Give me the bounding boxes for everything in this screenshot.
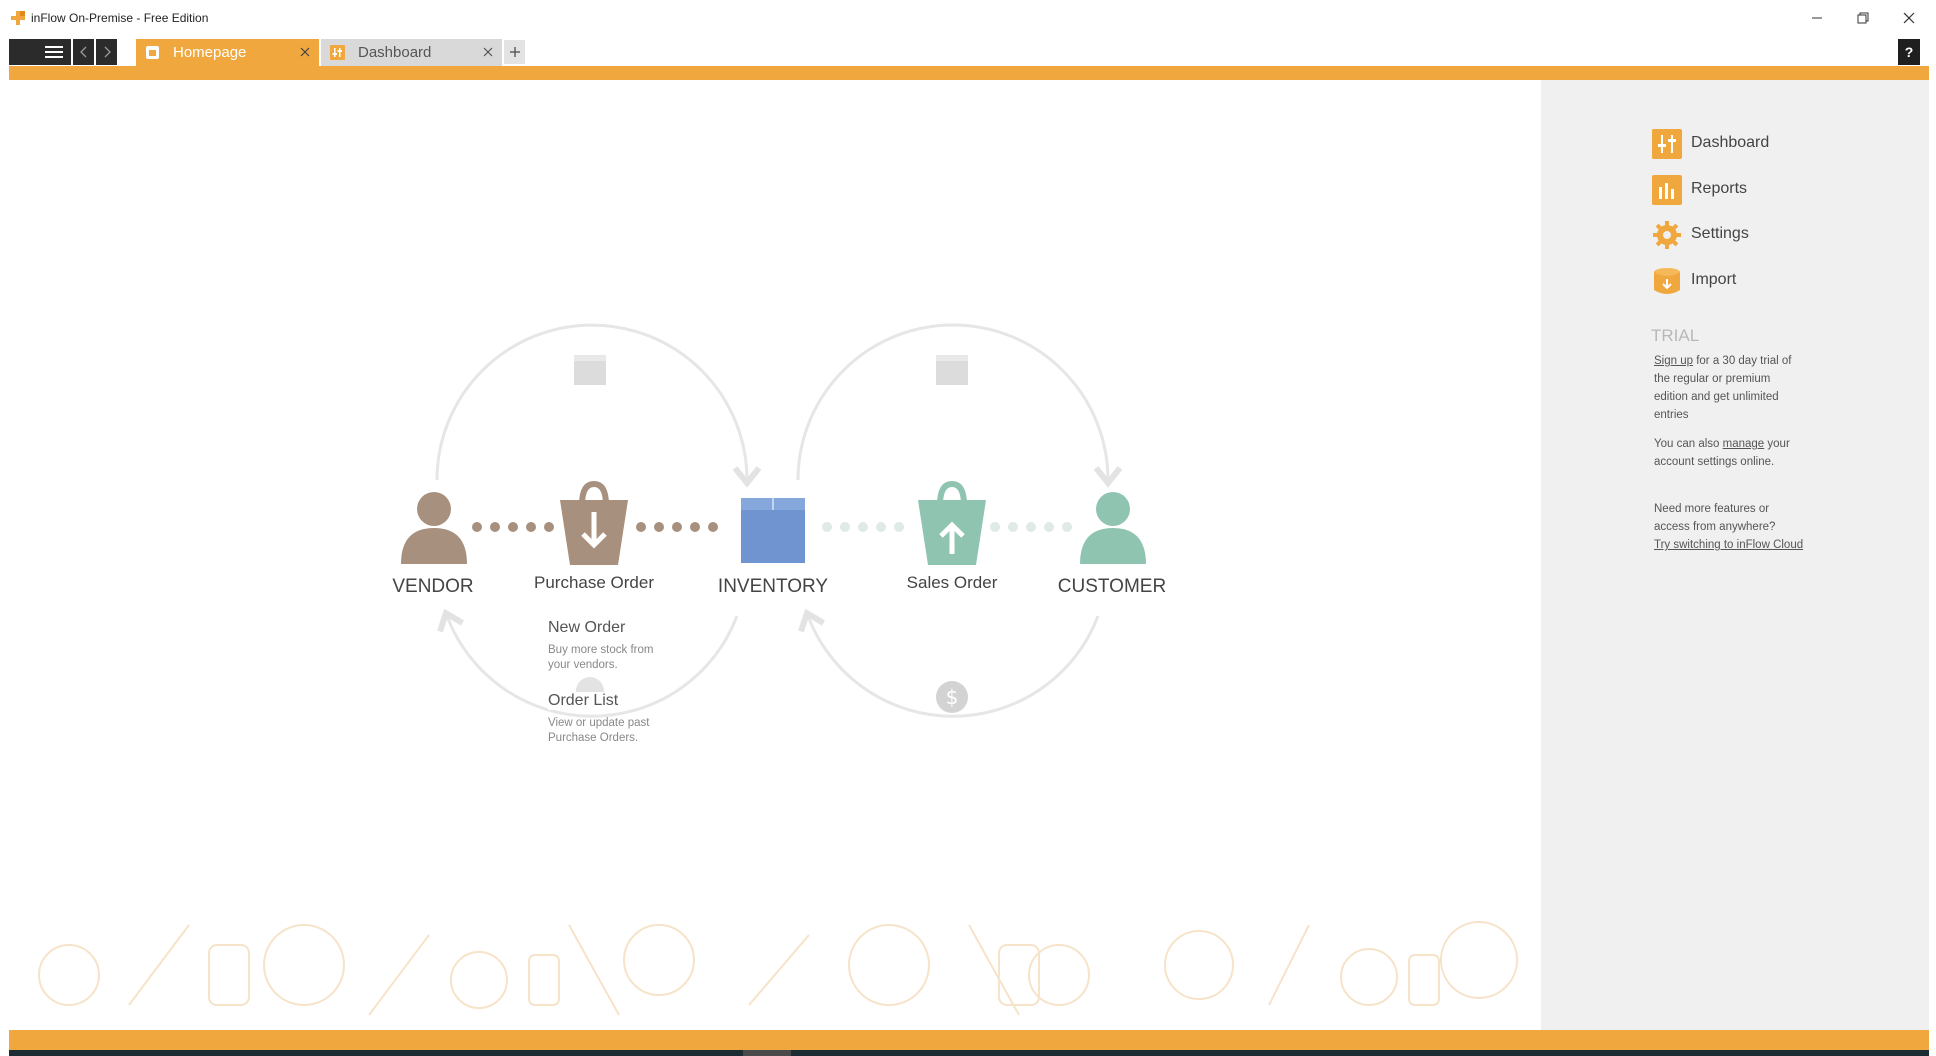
new-order-link[interactable]: New Order (548, 619, 625, 637)
close-icon (300, 47, 310, 57)
trial-manage-text: You can also manage your account setting… (1654, 435, 1814, 471)
tab-label: Dashboard (358, 44, 432, 61)
close-tab-button[interactable] (480, 44, 496, 60)
inventory-box-icon[interactable] (741, 498, 805, 563)
sales-order-bag-icon[interactable] (918, 480, 986, 565)
taskbar-item[interactable] (743, 1050, 791, 1056)
import-icon (1654, 268, 1680, 294)
help-button[interactable]: ? (1898, 39, 1920, 65)
customer-person-icon[interactable] (1080, 492, 1146, 564)
tab-homepage[interactable]: Homepage (136, 39, 319, 66)
sidebar-item-import[interactable]: Import (1652, 266, 1872, 296)
inflow-logo-icon (11, 11, 25, 25)
purchase-order-bag-icon[interactable] (560, 480, 628, 565)
desc-line: your vendors. (548, 658, 618, 671)
close-icon (1903, 12, 1915, 24)
trial-line: account settings online. (1654, 456, 1775, 468)
vendor-person-icon[interactable] (401, 492, 467, 564)
sales-loop-box-icon (936, 355, 968, 385)
order-list-link[interactable]: Order List (548, 692, 623, 710)
po-inventory-dots (636, 522, 718, 532)
minimize-button[interactable] (1794, 0, 1840, 36)
svg-text:$: $ (946, 685, 959, 709)
so-customer-dots (990, 522, 1072, 532)
vendor-po-dots (472, 522, 554, 532)
trial-heading: TRIAL (1651, 326, 1700, 345)
accent-bar-bottom (9, 1030, 1929, 1050)
minimize-icon (1812, 17, 1822, 19)
dashboard-icon (1652, 129, 1682, 159)
title-bar: inFlow On-Premise - Free Edition (0, 0, 1936, 31)
tab-strip: Homepage Dashboard ? (9, 39, 1929, 66)
close-tab-button[interactable] (297, 44, 313, 60)
sidebar-item-label: Settings (1691, 225, 1749, 242)
side-panel: Dashboard Reports Settings Import TRIAL … (1541, 80, 1929, 1030)
trial-line: edition and get unlimited (1654, 391, 1779, 403)
back-button[interactable] (73, 39, 94, 65)
hamburger-menu-icon (45, 46, 63, 58)
trial-line: access from anywhere? (1654, 521, 1776, 533)
manage-prefix: You can also (1654, 438, 1720, 450)
plus-icon (509, 47, 520, 57)
purchase-arc-top (435, 323, 762, 488)
trial-signup-text: Sign up for a 30 day trial of the regula… (1654, 352, 1814, 424)
trial-line: the regular or premium (1654, 373, 1771, 385)
dollar-icon: $ (936, 681, 968, 713)
close-window-button[interactable] (1886, 0, 1932, 36)
tab-label: Homepage (173, 44, 247, 61)
inventory-label[interactable]: INVENTORY (718, 576, 828, 598)
signup-link[interactable]: Sign up (1654, 355, 1693, 367)
close-icon (483, 47, 493, 57)
desc-line: View or update past (548, 717, 650, 729)
homepage-canvas: $ VENDOR Purchase Order INVENTORY Sales … (9, 80, 1541, 1030)
forward-button[interactable] (96, 39, 117, 65)
sidebar-item-label: Dashboard (1691, 134, 1770, 151)
new-order-description: Buy more stock from your vendors. (548, 643, 678, 672)
new-tab-button[interactable] (504, 40, 525, 64)
customer-label[interactable]: CUSTOMER (1058, 576, 1166, 598)
background-pattern (38, 921, 1518, 1016)
sidebar-item-reports[interactable]: Reports (1652, 175, 1872, 205)
sidebar-item-settings[interactable]: Settings (1652, 220, 1872, 250)
window-title: inFlow On-Premise - Free Edition (31, 11, 209, 25)
sidebar-item-label: Reports (1691, 180, 1748, 197)
restore-button[interactable] (1840, 0, 1886, 36)
desc-line: Purchase Orders. (548, 731, 639, 744)
purchase-loop-box-icon (574, 355, 606, 385)
dashboard-icon (330, 45, 345, 60)
purchase-order-label[interactable]: Purchase Order (534, 573, 654, 593)
vendor-label[interactable]: VENDOR (392, 576, 473, 598)
trial-line: Sign up for a 30 day trial of (1654, 352, 1814, 370)
inventory-so-dots (822, 522, 904, 532)
trial-line: You can also manage your (1654, 435, 1814, 453)
sales-order-label[interactable]: Sales Order (907, 573, 998, 593)
manage-suffix: your (1767, 438, 1790, 450)
cloud-link[interactable]: Try switching to inFlow Cloud (1654, 536, 1814, 554)
manage-link[interactable]: manage (1723, 438, 1765, 450)
home-icon (146, 46, 159, 59)
desc-line: Buy more stock from (548, 644, 654, 656)
taskbar (9, 1050, 1929, 1056)
signup-text: for a 30 day trial of (1696, 355, 1792, 367)
sidebar-item-dashboard[interactable]: Dashboard (1652, 129, 1872, 159)
gear-icon (1653, 221, 1681, 249)
trial-cloud-text: Need more features or access from anywhe… (1654, 500, 1814, 554)
main-menu-button[interactable] (9, 39, 71, 65)
reports-icon (1652, 175, 1682, 205)
sales-arc-top (796, 323, 1123, 488)
workflow-diagram: $ (401, 323, 1146, 718)
chevron-left-icon (79, 46, 86, 58)
restore-icon (1857, 12, 1869, 24)
chevron-right-icon (104, 46, 111, 58)
tab-dashboard[interactable]: Dashboard (321, 39, 502, 66)
accent-bar-top (9, 66, 1929, 80)
sidebar-item-label: Import (1691, 271, 1737, 288)
trial-line: entries (1654, 409, 1689, 421)
trial-line: Need more features or (1654, 503, 1770, 515)
order-list-description: View or update past Purchase Orders. (548, 716, 678, 745)
